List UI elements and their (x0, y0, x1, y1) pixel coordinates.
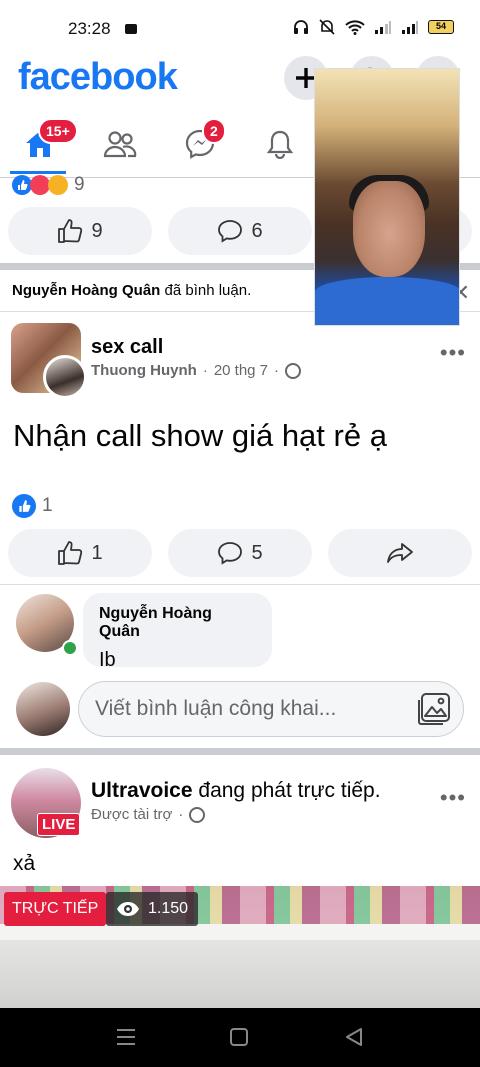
meta-separator-3: · (178, 806, 184, 823)
post-reactions[interactable]: 1 (12, 494, 53, 518)
prev-reaction-count: 9 (74, 174, 85, 195)
comment-author[interactable]: Nguyễn Hoàng Quân (99, 605, 256, 641)
like-reaction-icon (12, 494, 36, 518)
prev-post-reactions[interactable]: 9 (12, 174, 85, 196)
android-nav-bar (0, 1008, 480, 1067)
live-action: đang phát trực tiếp. (198, 779, 381, 802)
headset-icon (294, 20, 308, 34)
thumbs-up-icon (58, 541, 83, 565)
prev-comment-button[interactable]: 6 (168, 207, 312, 255)
sponsored-meta: Được tài trợ · (91, 806, 206, 823)
sponsored-label[interactable]: Được tài trợ (91, 806, 172, 823)
group-name[interactable]: sex call (91, 336, 163, 359)
back-icon[interactable] (345, 1028, 363, 1046)
post-meta: Thuong Huynh · 20 thg 7 · (91, 362, 302, 379)
globe-icon (285, 362, 302, 379)
signal-icon (375, 21, 391, 34)
status-icons: 54 (293, 19, 454, 35)
home-badge: 15+ (38, 118, 78, 144)
post-more-button[interactable]: ••• (440, 340, 466, 366)
comment-icon (218, 542, 243, 565)
prev-like-button[interactable]: 9 (8, 207, 152, 255)
signal-icon-2 (402, 21, 418, 34)
comment-text: Ib (99, 649, 116, 671)
status-bar: 23:28 54 (0, 0, 480, 56)
share-button[interactable] (328, 529, 472, 577)
haha-reaction-icon (48, 175, 68, 195)
post-author[interactable]: Thuong Huynh (91, 362, 197, 379)
prev-like-count: 9 (91, 219, 103, 242)
bell-icon (266, 130, 294, 159)
comment-button[interactable]: 5 (168, 529, 312, 577)
sponsored-title: Ultravoice đang phát trực tiếp. (91, 779, 381, 803)
comment-input-placeholder: Viết bình luận công khai... (95, 697, 337, 720)
feed-divider-2 (0, 748, 480, 755)
meta-separator-2: · (274, 362, 280, 379)
prev-comment-count: 6 (251, 219, 263, 242)
share-icon (387, 543, 413, 563)
viewer-count: 1.150 (106, 892, 199, 926)
tab-messenger[interactable]: 2 (160, 114, 240, 174)
reaction-count: 1 (42, 495, 53, 516)
love-reaction-icon (30, 175, 50, 195)
sponsored-text: xả (13, 852, 36, 875)
battery-indicator: 54 (428, 20, 454, 34)
comment-input[interactable]: Viết bình luận công khai... (78, 681, 464, 737)
comment-icon (218, 220, 243, 243)
recents-icon[interactable] (116, 1028, 136, 1046)
meta-separator: · (202, 362, 208, 379)
viewer-count-value: 1.150 (148, 900, 189, 917)
wifi-icon (345, 20, 365, 35)
caller-shirt (315, 277, 459, 325)
notice-action: đã bình luận. (164, 282, 252, 299)
author-avatar[interactable] (43, 355, 87, 399)
tab-friends[interactable] (80, 114, 160, 174)
video-record-icon (125, 24, 137, 34)
messenger-badge: 2 (202, 118, 226, 144)
mute-icon (319, 19, 335, 35)
video-call-overlay[interactable] (314, 68, 460, 326)
status-time: 23:28 (68, 19, 111, 38)
video-shelf-edge (0, 924, 480, 940)
live-tag: TRỰC TIẾP (4, 892, 107, 926)
friends-icon (103, 131, 137, 158)
live-badge: LIVE (37, 813, 81, 836)
thumbs-up-icon (58, 219, 83, 243)
globe-icon (189, 806, 206, 823)
notice-author[interactable]: Nguyễn Hoàng Quân (12, 282, 160, 299)
comment-count: 5 (251, 541, 263, 564)
post-text: Nhận call show giá hạt rẻ ạ (13, 418, 387, 453)
sponsored-more-button[interactable]: ••• (440, 785, 466, 811)
comment-bubble[interactable]: Nguyễn Hoàng Quân Ib (83, 593, 272, 671)
like-reaction-icon (12, 175, 32, 195)
facebook-logo[interactable]: facebook (18, 56, 178, 99)
home-nav-icon[interactable] (230, 1028, 248, 1046)
post-divider (0, 584, 480, 585)
online-indicator (62, 640, 78, 656)
tab-notifications[interactable] (240, 114, 320, 174)
gallery-icon[interactable] (417, 692, 451, 726)
my-avatar (16, 682, 70, 736)
like-count: 1 (91, 541, 103, 564)
like-button[interactable]: 1 (8, 529, 152, 577)
caller-face (353, 181, 425, 277)
page-name[interactable]: Ultravoice (91, 779, 193, 802)
post-date[interactable]: 20 thg 7 (214, 362, 268, 379)
tab-home[interactable]: 15+ (0, 114, 80, 174)
eye-icon (117, 902, 139, 916)
